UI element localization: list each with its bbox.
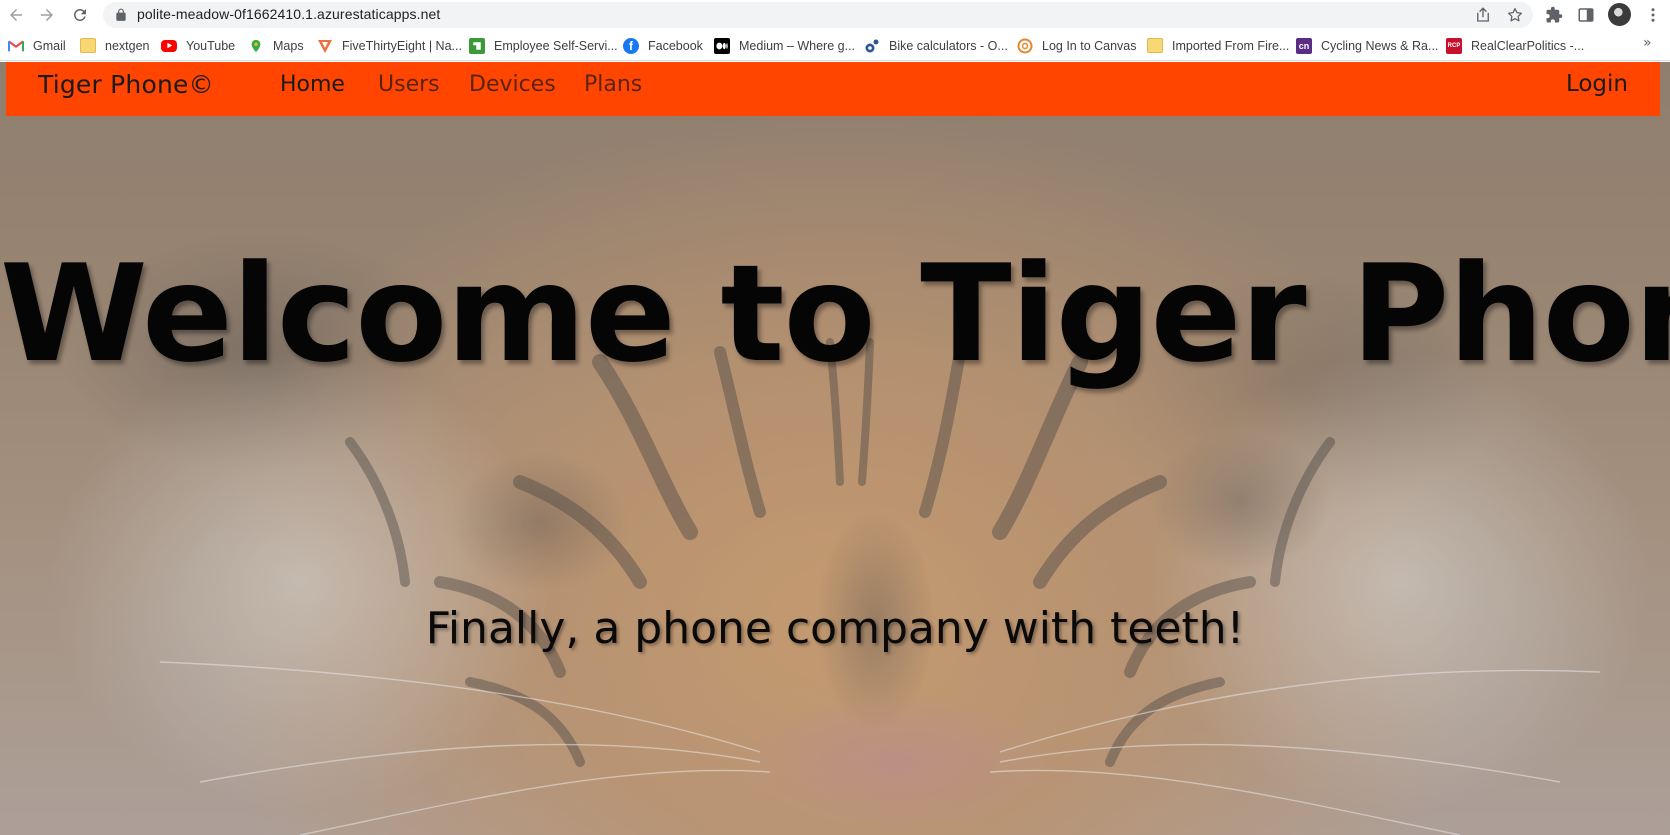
realclearpolitics-icon: RCP [1446,37,1462,54]
nav-link-home[interactable]: Home [280,72,345,97]
forward-button[interactable] [34,2,60,28]
bookmark-label: Log In to Canvas [1042,38,1137,53]
bike-calculator-icon [864,38,880,54]
bookmark-youtube[interactable]: YouTube [161,37,235,54]
lock-icon [116,8,126,21]
folder-icon [1147,38,1163,53]
facebook-icon: f [623,37,639,54]
employee-portal-icon [469,37,485,54]
folder-icon [80,38,96,53]
login-link[interactable]: Login [1566,71,1628,97]
reload-button[interactable] [67,2,93,28]
canvas-icon [1017,38,1033,54]
arrow-left-icon [10,9,22,21]
bookmark-label: FiveThirtyEight | Na... [342,38,462,53]
bookmark-realclearpolitics[interactable]: RCP RealClearPolitics -... [1446,37,1584,54]
browser-menu-button[interactable] [1643,5,1663,25]
bookmark-cycling-news[interactable]: cn Cycling News & Ra... [1296,37,1438,54]
bookmark-label: YouTube [186,38,236,53]
side-panel-icon [1578,8,1594,22]
profile-avatar[interactable] [1608,3,1631,26]
puzzle-icon [1546,6,1563,23]
arrow-right-icon [41,9,53,21]
bookmark-label: RealClearPolitics -... [1471,38,1585,53]
bookmark-canvas[interactable]: Log In to Canvas [1017,37,1137,54]
bookmark-label: Cycling News & Ra... [1321,38,1439,53]
bookmark-employee-self-service[interactable]: Employee Self-Servi... [469,37,618,54]
bookmark-label: Medium – Where g... [739,38,856,53]
back-button[interactable] [3,2,29,28]
bookmark-label: nextgen [105,38,150,53]
extensions-button[interactable] [1544,5,1564,25]
share-icon[interactable] [1474,6,1492,24]
bookmark-bike-calculators[interactable]: Bike calculators - O... [864,37,1008,54]
side-panel-button[interactable] [1576,5,1596,25]
bookmark-label: Facebook [648,38,703,53]
bookmark-medium[interactable]: Medium – Where g... [714,37,855,54]
maps-icon [248,38,264,54]
bookmark-gmail[interactable]: Gmail [8,37,66,54]
bookmark-nextgen[interactable]: nextgen [80,37,149,54]
hero-overlay [0,62,1670,835]
bookmark-label: Imported From Fire... [1172,38,1290,53]
site-navbar: Tiger Phone© Home Users Devices Plans Lo… [6,62,1660,116]
nav-link-devices[interactable]: Devices [469,72,556,97]
bookmark-facebook[interactable]: f Facebook [623,37,703,54]
bookmark-imported-from-firefox[interactable]: Imported From Fire... [1147,37,1289,54]
bookmark-label: Employee Self-Servi... [494,38,618,53]
bookmark-label: Gmail [33,38,66,53]
hero-headline: Welcome to Tiger Phone [0,236,1670,392]
page-viewport: Tiger Phone© Home Users Devices Plans Lo… [0,62,1670,835]
hero-tagline: Finally, a phone company with teeth! [425,603,1245,654]
cyclingnews-icon: cn [1296,37,1312,54]
medium-icon [714,37,730,54]
bookmarks-bar: Gmail nextgen YouTube Maps FiveThirtyEig… [0,30,1670,61]
bookmark-label: Maps [273,38,304,53]
bookmark-maps[interactable]: Maps [248,37,304,54]
fivethirtyeight-icon [317,38,333,54]
nav-link-users[interactable]: Users [378,72,440,97]
kebab-menu-icon [1651,8,1655,22]
youtube-icon [161,39,177,52]
bookmarks-overflow-chevron-icon[interactable]: » [1643,35,1652,51]
gmail-icon [8,38,24,54]
brand-logo[interactable]: Tiger Phone© [38,70,214,99]
address-bar[interactable]: polite-meadow-0f1662410.1.azurestaticapp… [103,2,1533,28]
url-text[interactable]: polite-meadow-0f1662410.1.azurestaticapp… [137,6,440,22]
bookmark-label: Bike calculators - O... [889,38,1008,53]
bookmark-fivethirtyeight[interactable]: FiveThirtyEight | Na... [317,37,462,54]
nav-link-plans[interactable]: Plans [584,72,642,97]
browser-toolbar: polite-meadow-0f1662410.1.azurestaticapp… [0,0,1670,30]
reload-icon [73,8,86,21]
star-icon[interactable] [1506,6,1524,24]
